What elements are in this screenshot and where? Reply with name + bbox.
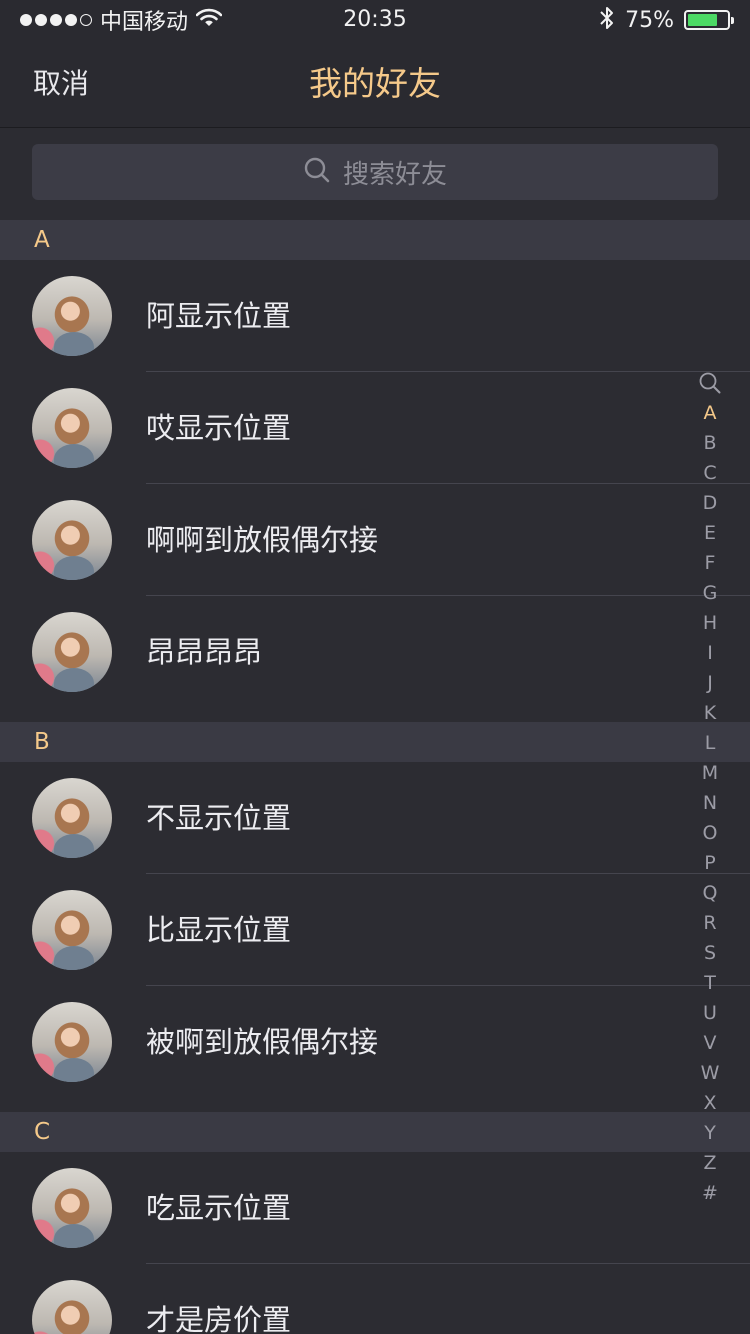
index-letter[interactable]: Q <box>696 878 724 908</box>
contact-row[interactable]: 才是房价置 <box>0 1264 750 1334</box>
contact-row[interactable]: 不显示位置 <box>0 762 750 874</box>
avatar <box>32 500 112 580</box>
contact-name: 比显示位置 <box>146 913 292 947</box>
index-letter[interactable]: Y <box>696 1118 724 1148</box>
battery-level <box>688 14 717 26</box>
avatar <box>32 890 112 970</box>
index-letter[interactable]: H <box>696 608 724 638</box>
search-icon <box>303 156 331 188</box>
index-letter[interactable]: V <box>696 1028 724 1058</box>
index-letter[interactable]: N <box>696 788 724 818</box>
index-letter[interactable]: Z <box>696 1148 724 1178</box>
avatar <box>32 1002 112 1082</box>
avatar <box>32 1280 112 1334</box>
avatar <box>32 778 112 858</box>
avatar <box>32 612 112 692</box>
contact-name: 昂昂昂昂 <box>146 635 263 669</box>
index-letter[interactable]: L <box>696 728 724 758</box>
battery-percent: 75% <box>625 7 674 33</box>
contact-name: 不显示位置 <box>146 801 292 835</box>
navigation-bar: 取消 我的好友 <box>0 40 750 128</box>
contact-row[interactable]: 哎显示位置 <box>0 372 750 484</box>
index-letter[interactable]: # <box>696 1178 724 1208</box>
contact-row[interactable]: 比显示位置 <box>0 874 750 986</box>
page-title: 我的好友 <box>309 64 441 103</box>
index-letter[interactable]: F <box>696 548 724 578</box>
contact-row[interactable]: 啊啊到放假偶尔接 <box>0 484 750 596</box>
contact-row[interactable]: 吃显示位置 <box>0 1152 750 1264</box>
index-letter[interactable]: O <box>696 818 724 848</box>
search-input[interactable]: 搜索好友 <box>32 144 718 200</box>
section-header-b: B <box>0 722 750 762</box>
index-letter[interactable]: P <box>696 848 724 878</box>
index-letter[interactable]: S <box>696 938 724 968</box>
contact-name: 被啊到放假偶尔接 <box>146 1025 379 1059</box>
index-letter[interactable]: E <box>696 518 724 548</box>
index-letter[interactable]: M <box>696 758 724 788</box>
bluetooth-icon <box>599 5 615 35</box>
index-letter[interactable]: T <box>696 968 724 998</box>
index-letter[interactable]: B <box>696 428 724 458</box>
index-letter[interactable]: D <box>696 488 724 518</box>
contact-name: 吃显示位置 <box>146 1191 292 1225</box>
contact-name: 哎显示位置 <box>146 411 292 445</box>
contact-row[interactable]: 阿显示位置 <box>0 260 750 372</box>
avatar <box>32 388 112 468</box>
status-bar: 中国移动 20:35 75% <box>0 0 750 40</box>
index-letter[interactable]: R <box>696 908 724 938</box>
alphabet-index-bar[interactable]: A B C D E F G H I J K L M N O P Q R S T U V W X Y Z # <box>696 368 724 1208</box>
contact-row[interactable]: 昂昂昂昂 <box>0 596 750 708</box>
contact-row[interactable]: 被啊到放假偶尔接 <box>0 986 750 1098</box>
battery-area: 75% <box>599 0 734 40</box>
battery-icon <box>684 10 734 30</box>
index-letter[interactable]: I <box>696 638 724 668</box>
contact-name: 啊啊到放假偶尔接 <box>146 523 379 557</box>
index-letter[interactable]: J <box>696 668 724 698</box>
index-letter[interactable]: W <box>696 1058 724 1088</box>
search-area: 搜索好友 <box>0 129 750 220</box>
search-placeholder: 搜索好友 <box>342 159 447 190</box>
index-letter[interactable]: X <box>696 1088 724 1118</box>
index-letter[interactable]: U <box>696 998 724 1028</box>
contact-name: 才是房价置 <box>146 1303 292 1334</box>
index-letter[interactable]: A <box>696 398 724 428</box>
index-letter[interactable]: K <box>696 698 724 728</box>
contact-name: 阿显示位置 <box>146 299 292 333</box>
avatar <box>32 1168 112 1248</box>
avatar <box>32 276 112 356</box>
index-letter[interactable]: C <box>696 458 724 488</box>
index-letter[interactable]: G <box>696 578 724 608</box>
section-header-c: C <box>0 1112 750 1152</box>
index-search-icon[interactable] <box>698 368 722 398</box>
section-header-a: A <box>0 220 750 260</box>
